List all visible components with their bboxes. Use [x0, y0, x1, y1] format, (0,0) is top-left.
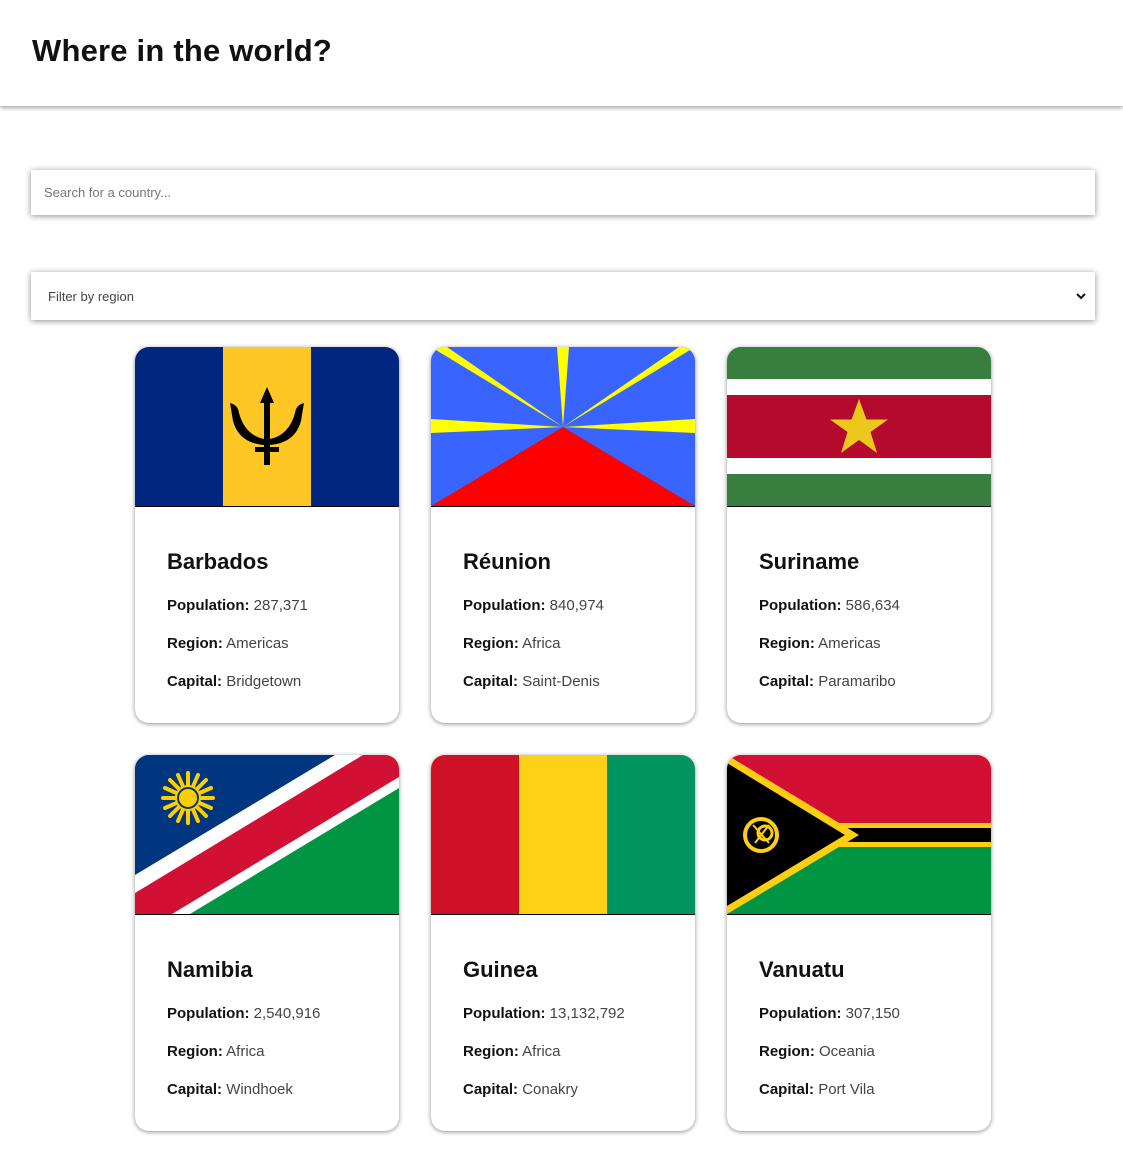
capital-label: Capital:	[759, 673, 815, 690]
country-capital: Capital: Saint-Denis	[463, 673, 663, 692]
region-filter-label: Filter by region	[48, 288, 134, 304]
chevron-down-icon	[1076, 293, 1086, 300]
country-population: Population: 840,974	[463, 597, 663, 616]
country-capital: Capital: Bridgetown	[167, 673, 367, 692]
region-value: Oceania	[819, 1043, 875, 1060]
country-population: Population: 13,132,792	[463, 1005, 663, 1024]
capital-label: Capital:	[463, 1081, 519, 1098]
page-title: Where in the world?	[32, 33, 333, 68]
region-label: Region:	[167, 635, 223, 652]
country-name: Guinea	[463, 957, 538, 982]
country-name: Barbados	[167, 549, 269, 574]
flag-suriname	[727, 347, 991, 507]
country-population: Population: 287,371	[167, 597, 367, 616]
flag-vanuatu	[727, 755, 991, 915]
country-population: Population: 586,634	[759, 597, 959, 616]
country-card-guinea[interactable]: Guinea Population: 13,132,792 Region: Af…	[431, 755, 695, 1131]
region-value: Americas	[226, 635, 289, 652]
population-label: Population:	[759, 1005, 842, 1022]
flag-namibia	[135, 755, 399, 915]
flag-reunion	[431, 347, 695, 507]
population-label: Population:	[463, 597, 546, 614]
capital-value: Bridgetown	[226, 673, 302, 690]
country-name: Namibia	[167, 957, 253, 982]
country-population: Population: 2,540,916	[167, 1005, 367, 1024]
country-card-suriname[interactable]: Suriname Population: 586,634 Region: Ame…	[727, 347, 991, 723]
country-population: Population: 307,150	[759, 1005, 959, 1024]
country-region: Region: Americas	[759, 635, 959, 654]
country-capital: Capital: Paramaribo	[759, 673, 959, 692]
country-capital: Capital: Port Vila	[759, 1081, 959, 1100]
capital-label: Capital:	[167, 1081, 223, 1098]
population-value: 287,371	[253, 597, 308, 614]
capital-value: Windhoek	[226, 1081, 293, 1098]
app-header: Where in the world?	[0, 0, 1123, 106]
search-input[interactable]	[31, 170, 1095, 215]
population-label: Population:	[167, 1005, 250, 1022]
country-card-vanuatu[interactable]: Vanuatu Population: 307,150 Region: Ocea…	[727, 755, 991, 1131]
region-label: Region:	[463, 1043, 519, 1060]
country-name: Vanuatu	[759, 957, 845, 982]
capital-value: Paramaribo	[818, 673, 896, 690]
population-value: 2,540,916	[253, 1005, 321, 1022]
country-capital: Capital: Windhoek	[167, 1081, 367, 1100]
population-label: Population:	[463, 1005, 546, 1022]
flag-barbados	[135, 347, 399, 507]
region-value: Africa	[522, 635, 561, 652]
country-region: Region: Oceania	[759, 1043, 959, 1062]
country-region: Region: Africa	[463, 1043, 663, 1062]
country-name: Réunion	[463, 549, 551, 574]
country-card-barbados[interactable]: Barbados Population: 287,371 Region: Ame…	[135, 347, 399, 723]
capital-label: Capital:	[463, 673, 519, 690]
region-label: Region:	[759, 1043, 815, 1060]
country-region: Region: Africa	[167, 1043, 367, 1062]
population-value: 13,132,792	[549, 1005, 625, 1022]
country-region: Region: Americas	[167, 635, 367, 654]
region-label: Region:	[759, 635, 815, 652]
population-label: Population:	[759, 597, 842, 614]
capital-label: Capital:	[167, 673, 223, 690]
search-bar[interactable]	[31, 170, 1095, 215]
region-value: Africa	[226, 1043, 265, 1060]
population-value: 586,634	[845, 597, 900, 614]
country-region: Region: Africa	[463, 635, 663, 654]
region-value: Africa	[522, 1043, 561, 1060]
country-card-namibia[interactable]: Namibia Population: 2,540,916 Region: Af…	[135, 755, 399, 1131]
region-filter-select[interactable]: Filter by region	[31, 272, 1095, 320]
population-value: 840,974	[549, 597, 604, 614]
region-label: Region:	[167, 1043, 223, 1060]
capital-value: Conakry	[522, 1081, 579, 1098]
capital-value: Saint-Denis	[522, 673, 600, 690]
population-value: 307,150	[845, 1005, 900, 1022]
capital-value: Port Vila	[818, 1081, 875, 1098]
region-label: Region:	[463, 635, 519, 652]
country-capital: Capital: Conakry	[463, 1081, 663, 1100]
capital-label: Capital:	[759, 1081, 815, 1098]
flag-guinea	[431, 755, 695, 915]
country-card-reunion[interactable]: Réunion Population: 840,974 Region: Afri…	[431, 347, 695, 723]
region-value: Americas	[818, 635, 881, 652]
country-name: Suriname	[759, 549, 860, 574]
population-label: Population:	[167, 597, 250, 614]
